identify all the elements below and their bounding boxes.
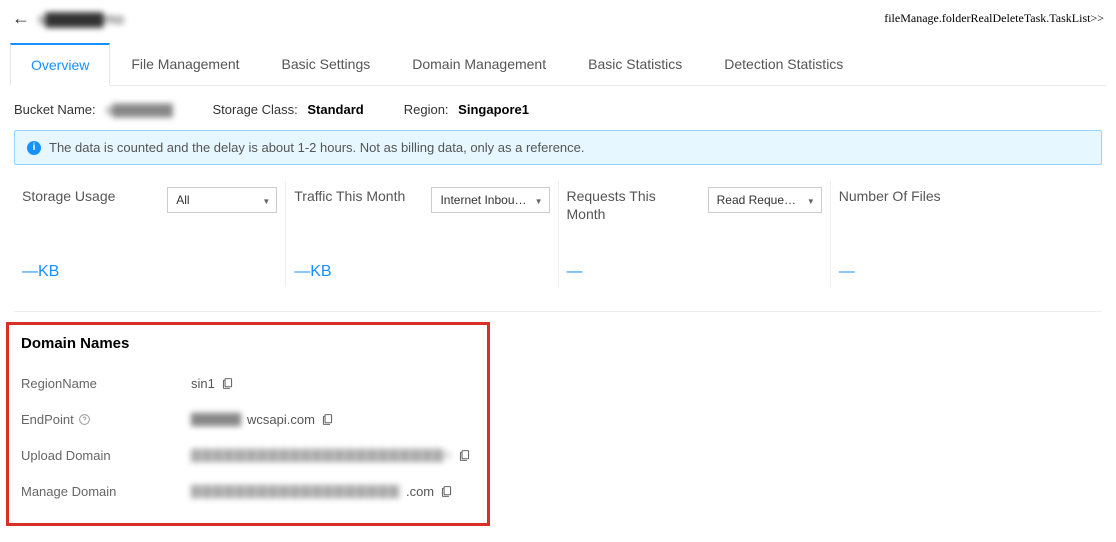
manage-domain-prefix: ▇▇▇▇▇▇▇▇▇▇▇▇▇▇▇▇▇▇▇ <box>191 483 400 499</box>
endpoint-value-suffix: wcsapi.com <box>247 412 315 427</box>
region-label: Region: <box>404 102 449 117</box>
copy-icon[interactable] <box>458 449 471 462</box>
stat-requests-title: Requests This Month <box>567 187 698 223</box>
stats-row: Storage Usage All —KB Traffic This Month… <box>0 165 1116 311</box>
help-icon[interactable] <box>78 413 91 426</box>
bucket-info: Bucket Name: s▇▇▇▇▇▇ Storage Class: Stan… <box>0 86 1116 130</box>
tab-domain-management[interactable]: Domain Management <box>391 43 567 85</box>
stat-traffic-value: —KB <box>294 263 549 281</box>
manage-domain-suffix: .com <box>406 484 434 499</box>
storage-select[interactable]: All <box>167 187 277 213</box>
copy-icon[interactable] <box>321 413 334 426</box>
manage-domain-label: Manage Domain <box>21 484 191 499</box>
info-alert: i The data is counted and the delay is a… <box>14 130 1102 165</box>
stat-storage-title: Storage Usage <box>22 187 115 205</box>
stat-requests: Requests This Month Read Requests — <box>559 181 831 287</box>
task-list-link[interactable]: fileManage.folderRealDeleteTask.TaskList… <box>884 11 1104 26</box>
stat-storage-usage: Storage Usage All —KB <box>14 181 286 287</box>
page-title: s▇▇▇▇▇mo <box>38 10 124 28</box>
stat-files-value: — <box>839 263 1094 281</box>
upload-domain-value: ▇▇▇▇▇▇▇▇▇▇▇▇▇▇▇▇▇▇▇▇▇▇▇n <box>191 447 452 463</box>
alert-text: The data is counted and the delay is abo… <box>49 140 585 155</box>
domain-names-section: Domain Names RegionName sin1 EndPoint ▇▇… <box>6 322 490 526</box>
back-arrow-icon[interactable]: ← <box>12 8 30 29</box>
stat-requests-value: — <box>567 263 822 281</box>
storage-class-value: Standard <box>307 102 363 117</box>
endpoint-value-prefix: ▇▇▇▇▇ <box>191 411 241 427</box>
info-icon: i <box>27 141 41 155</box>
tab-file-management[interactable]: File Management <box>110 43 260 85</box>
tab-basic-statistics[interactable]: Basic Statistics <box>567 43 703 85</box>
region-value: Singapore1 <box>458 102 529 117</box>
tab-basic-settings[interactable]: Basic Settings <box>261 43 392 85</box>
region-name-label: RegionName <box>21 376 191 391</box>
stat-files: Number Of Files — <box>831 181 1102 287</box>
storage-class-label: Storage Class: <box>213 102 298 117</box>
tab-detection-statistics[interactable]: Detection Statistics <box>703 43 864 85</box>
endpoint-label: EndPoint <box>21 412 74 427</box>
upload-domain-label: Upload Domain <box>21 448 191 463</box>
copy-icon[interactable] <box>221 377 234 390</box>
stat-files-title: Number Of Files <box>839 187 941 205</box>
domain-section-title: Domain Names <box>21 335 475 352</box>
stat-traffic-title: Traffic This Month <box>294 187 405 205</box>
stat-storage-value: —KB <box>22 263 277 281</box>
region-name-value: sin1 <box>191 376 215 391</box>
bucket-name-label: Bucket Name: <box>14 102 96 117</box>
tab-bar: Overview File Management Basic Settings … <box>10 43 1106 86</box>
copy-icon[interactable] <box>440 485 453 498</box>
bucket-name-value: s▇▇▇▇▇▇ <box>105 102 172 117</box>
tab-overview[interactable]: Overview <box>10 43 110 86</box>
traffic-select[interactable]: Internet Inbou… <box>431 187 549 213</box>
requests-select[interactable]: Read Requests <box>708 187 822 213</box>
stat-traffic: Traffic This Month Internet Inbou… —KB <box>286 181 558 287</box>
